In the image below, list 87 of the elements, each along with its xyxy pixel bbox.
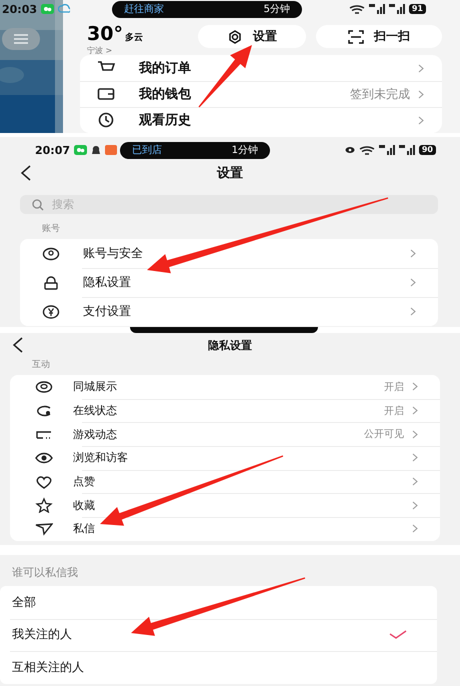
option-row[interactable]: 全部 — [0, 586, 437, 618]
menu-label: 游戏动态 — [73, 426, 117, 442]
activity-pill: 已到店 1分钟 — [120, 142, 270, 158]
battery-level: 91 — [408, 4, 426, 14]
search-icon — [32, 199, 44, 211]
settings-icon — [227, 30, 243, 44]
wifi-icon — [348, 4, 365, 14]
menu-label: 同城展示 — [73, 379, 117, 394]
star-icon — [35, 497, 53, 514]
menu-label: 我的钱包 — [139, 86, 191, 103]
chevron-icon — [412, 477, 418, 486]
option-label: 互相关注的人 — [12, 658, 84, 676]
battery-level: 90 — [418, 145, 436, 155]
back-icon[interactable] — [20, 165, 32, 181]
chat-app-icon — [74, 145, 88, 155]
chat-app-icon — [41, 4, 54, 14]
activity-pill: 赶往商家 5分钟 — [112, 0, 302, 18]
weather-condition: 多云 — [124, 32, 143, 44]
clock-icon — [97, 112, 115, 128]
chevron-icon — [418, 64, 424, 72]
signal-icon — [398, 145, 415, 155]
menu-label: 账号与安全 — [83, 245, 143, 262]
signal-icon — [368, 4, 385, 14]
section-label: 谁可以私信我 — [12, 565, 79, 580]
page-title: 隐私设置 — [208, 338, 252, 352]
signal-icon — [388, 4, 405, 14]
menu-label: 观看历史 — [139, 112, 191, 129]
menu-label: 隐私设置 — [83, 274, 131, 291]
temperature: 30° — [87, 23, 123, 45]
menu-label: 点赞 — [73, 474, 95, 490]
menu-icon — [14, 34, 28, 44]
notification-icon — [105, 145, 118, 155]
search-field[interactable]: 搜索 — [20, 195, 438, 214]
status-time: 20:03 — [2, 2, 38, 16]
menu-value: 公开可见 — [364, 428, 404, 442]
menu-label: 收藏 — [73, 498, 95, 513]
wifi-icon — [358, 146, 375, 154]
location-icon — [35, 378, 53, 395]
menu-value: 开启 — [384, 404, 404, 418]
menu-label: 浏览和访客 — [73, 450, 128, 466]
chevron-icon — [410, 278, 416, 287]
user-icon — [42, 246, 60, 262]
status-time: 20:07 — [35, 144, 70, 156]
section-label: 互动 — [32, 358, 51, 371]
eye-icon — [344, 146, 355, 154]
lock-icon — [42, 274, 60, 290]
cloud-icon — [58, 4, 70, 14]
settings-button[interactable]: 设置 — [198, 25, 306, 48]
chevron-icon — [412, 406, 418, 416]
arrow — [198, 45, 252, 108]
menu-row[interactable]: 我的订单 — [80, 55, 442, 81]
heart-icon — [35, 474, 53, 490]
menu-value: 签到未完成 — [350, 86, 410, 102]
menu-row[interactable]: 在线状态 开启 — [10, 398, 440, 422]
page-title: 设置 — [217, 165, 243, 182]
scan-button[interactable]: 扫一扫 — [316, 25, 442, 48]
chevron-icon — [412, 500, 418, 510]
menu-row[interactable]: 同城展示 开启 — [10, 375, 440, 399]
city-link[interactable]: 宁波 > — [87, 45, 143, 56]
menu-label: 在线状态 — [73, 403, 117, 418]
menu-row[interactable]: 观看历史 — [80, 107, 442, 133]
chevron-icon — [412, 524, 418, 534]
chevron-icon — [410, 307, 416, 316]
menu-value: 开启 — [384, 380, 404, 394]
chevron-icon — [412, 382, 418, 392]
menu-row[interactable]: 浏览和访客 — [10, 446, 440, 470]
yen-icon — [42, 304, 60, 320]
option-label: 全部 — [12, 594, 36, 611]
chevron-icon — [412, 430, 418, 439]
send-icon — [35, 520, 53, 537]
wallet-icon — [97, 86, 115, 102]
menu-label: 支付设置 — [83, 303, 131, 320]
scan-icon — [348, 30, 364, 44]
chevron-icon — [418, 116, 424, 124]
option-row[interactable]: 互相关注的人 — [0, 651, 437, 684]
chevron-icon — [410, 249, 416, 258]
chevron-icon — [412, 453, 418, 462]
menu-row[interactable]: 账号与安全 — [20, 239, 438, 268]
section-label: 账号 — [42, 222, 61, 235]
signal-icon — [378, 145, 395, 155]
back-icon[interactable] — [12, 337, 24, 353]
menu-row[interactable]: 支付设置 — [20, 297, 438, 326]
menu-label: 我的订单 — [139, 60, 191, 77]
chevron-icon — [418, 90, 424, 98]
menu-row[interactable]: 游戏动态 公开可见 — [10, 422, 440, 446]
option-label: 我关注的人 — [12, 626, 72, 644]
menu-label: 私信 — [73, 521, 95, 536]
